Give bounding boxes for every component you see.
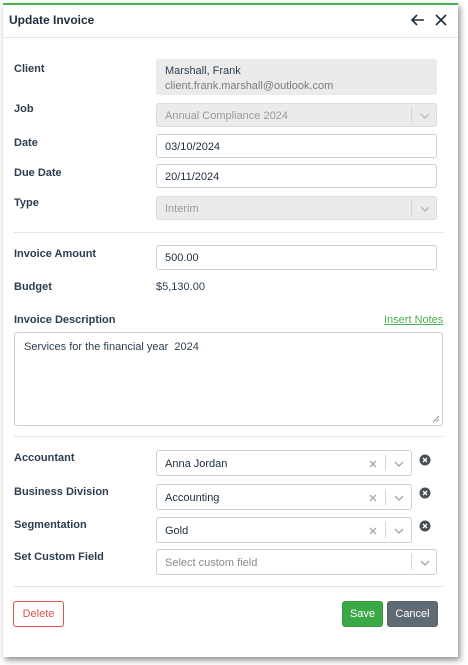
custom-field-label: Set Custom Field — [14, 551, 104, 563]
business-division-select[interactable]: Accounting — [156, 484, 412, 510]
invoice-amount-input[interactable]: 500.00 — [156, 245, 437, 270]
update-invoice-dialog: Update Invoice Client Marshall, Frank cl… — [3, 3, 458, 657]
invoice-amount-value: 500.00 — [165, 252, 199, 264]
remove-business-division-icon[interactable] — [419, 487, 431, 499]
business-division-value: Accounting — [165, 492, 220, 504]
date-input[interactable]: 03/10/2024 — [156, 134, 437, 158]
type-value: Interim — [165, 203, 199, 215]
invoice-description-textarea[interactable]: Services for the financial year 2024 — [14, 332, 443, 426]
job-label: Job — [14, 103, 34, 115]
budget-value: $5,130.00 — [156, 281, 205, 293]
remove-segmentation-icon[interactable] — [419, 520, 431, 532]
remove-accountant-icon[interactable] — [419, 454, 431, 466]
divider — [14, 436, 443, 437]
client-name: Marshall, Frank — [165, 65, 241, 77]
accountant-select[interactable]: Anna Jordan — [156, 450, 412, 476]
accountant-value: Anna Jordan — [165, 458, 228, 470]
custom-field-select[interactable]: Select custom field — [156, 549, 437, 575]
clear-selection-icon[interactable] — [368, 493, 378, 503]
due-date-value: 20/11/2024 — [165, 171, 220, 183]
due-date-input[interactable]: 20/11/2024 — [156, 164, 437, 188]
arrow-left-icon[interactable] — [408, 9, 428, 31]
date-label: Date — [14, 137, 38, 149]
clear-selection-icon[interactable] — [368, 459, 378, 469]
chevron-down-icon — [420, 206, 430, 212]
divider — [14, 232, 443, 233]
invoice-description-label: Invoice Description — [14, 314, 116, 326]
segmentation-label: Segmentation — [14, 519, 87, 531]
chevron-down-icon[interactable] — [393, 525, 405, 537]
chevron-down-icon[interactable] — [393, 492, 405, 504]
job-value: Annual Compliance 2024 — [165, 110, 288, 122]
cancel-button[interactable]: Cancel — [387, 601, 438, 627]
dialog-title: Update Invoice — [9, 13, 95, 27]
divider — [14, 586, 443, 587]
client-email: client.frank.marshall@outlook.com — [165, 80, 334, 92]
segmentation-select[interactable]: Gold — [156, 517, 412, 543]
insert-notes-link[interactable]: Insert Notes — [384, 314, 443, 326]
job-select: Annual Compliance 2024 — [156, 103, 437, 127]
save-button[interactable]: Save — [342, 601, 383, 627]
accountant-label: Accountant — [14, 452, 75, 464]
clear-selection-icon[interactable] — [368, 526, 378, 536]
invoice-amount-label: Invoice Amount — [14, 248, 97, 260]
dialog-header: Update Invoice — [3, 5, 458, 38]
date-value: 03/10/2024 — [165, 141, 221, 153]
due-date-label: Due Date — [14, 167, 62, 179]
type-label: Type — [14, 197, 39, 209]
chevron-down-icon — [420, 113, 430, 119]
type-select: Interim — [156, 196, 437, 220]
segmentation-value: Gold — [165, 525, 189, 537]
custom-field-placeholder: Select custom field — [165, 557, 258, 569]
budget-label: Budget — [14, 281, 52, 293]
client-label: Client — [14, 63, 45, 75]
chevron-down-icon[interactable] — [419, 557, 431, 569]
delete-button[interactable]: Delete — [13, 601, 64, 627]
resize-grip-icon[interactable] — [432, 415, 440, 423]
business-division-label: Business Division — [14, 486, 109, 498]
client-display: Marshall, Frank client.frank.marshall@ou… — [156, 59, 437, 95]
close-icon[interactable] — [431, 9, 451, 31]
chevron-down-icon[interactable] — [393, 458, 405, 470]
invoice-description-text: Services for the financial year 2024 — [24, 341, 199, 353]
